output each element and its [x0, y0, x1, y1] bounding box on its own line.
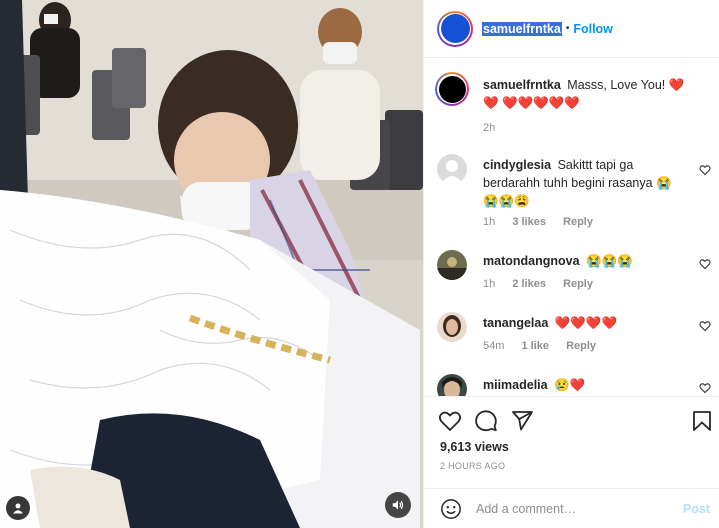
post-panel: samuelfrntka • Follow samuelfrntka Masss…: [423, 0, 719, 528]
comment-text: ❤️❤️❤️❤️: [554, 316, 618, 330]
comment-reply-button[interactable]: Reply: [563, 278, 593, 290]
view-count[interactable]: 9,613 views: [440, 440, 509, 454]
comment-likes[interactable]: 2 likes: [512, 278, 546, 290]
user-photo: [437, 250, 467, 280]
author-username[interactable]: samuelfrntka: [482, 21, 562, 36]
author-avatar[interactable]: [437, 10, 473, 47]
like-comment-icon[interactable]: [699, 164, 711, 176]
post-timestamp: 2 HOURS AGO: [440, 461, 506, 471]
user-photo: [437, 312, 467, 342]
comments-list[interactable]: samuelfrntka Masss, Love You! ❤️❤️ ❤️❤️❤…: [424, 58, 719, 396]
like-icon[interactable]: [438, 409, 462, 433]
post-header: samuelfrntka • Follow: [424, 0, 719, 58]
follow-button[interactable]: Follow: [573, 22, 613, 36]
comment-likes[interactable]: 1 like: [521, 340, 549, 352]
comment-reply-button[interactable]: Reply: [566, 340, 596, 352]
post-comment-button[interactable]: Post: [683, 502, 710, 516]
comment-username[interactable]: miimadelia: [483, 378, 548, 392]
comment-text: 😭😭😭: [586, 254, 633, 268]
caption-username[interactable]: samuelfrntka: [483, 78, 561, 92]
tagged-user-button[interactable]: [6, 496, 30, 520]
comment-avatar[interactable]: [437, 154, 467, 184]
user-photo: [437, 374, 467, 396]
default-avatar-icon: [437, 154, 467, 184]
save-icon[interactable]: [690, 409, 714, 433]
comment-avatar[interactable]: [437, 312, 467, 342]
emoji-icon[interactable]: [440, 498, 462, 520]
comment-icon[interactable]: [474, 409, 498, 433]
like-comment-icon[interactable]: [699, 382, 711, 394]
caption-time: 2h: [483, 122, 496, 134]
comment-time: 1h: [483, 278, 496, 290]
comment-avatar[interactable]: [437, 374, 467, 396]
comment-username[interactable]: tanangelaa: [483, 316, 548, 330]
like-comment-icon[interactable]: [699, 320, 711, 332]
video-frame: [0, 0, 423, 528]
comment-likes[interactable]: 3 likes: [512, 216, 546, 228]
comment-time: 54m: [483, 340, 505, 352]
comment-input[interactable]: [476, 501, 666, 516]
speaker-icon: [392, 500, 404, 510]
mute-toggle-button[interactable]: [385, 492, 411, 518]
comment-text: 😢❤️: [554, 378, 586, 392]
add-comment-bar: Post: [424, 488, 719, 528]
person-icon: [13, 503, 23, 514]
post-video[interactable]: [0, 0, 423, 528]
caption-avatar[interactable]: [435, 72, 469, 106]
post-actions: 9,613 views 2 HOURS AGO: [424, 396, 719, 496]
like-comment-icon[interactable]: [699, 258, 711, 270]
comment-username[interactable]: matondangnova: [483, 254, 580, 268]
separator-dot: •: [565, 23, 570, 34]
comment-time: 1h: [483, 216, 496, 228]
comment-avatar[interactable]: [437, 250, 467, 280]
comment-reply-button[interactable]: Reply: [563, 216, 593, 228]
comment-username[interactable]: cindyglesia: [483, 158, 551, 172]
share-icon[interactable]: [510, 409, 534, 433]
